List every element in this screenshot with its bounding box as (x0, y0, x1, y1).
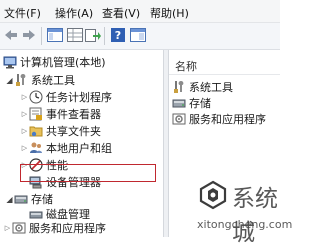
list-item[interactable]: 系统工具 (172, 79, 233, 95)
tree-item-label: 本地用户和组 (46, 142, 112, 155)
menu-view[interactable]: 查看(V) (102, 5, 140, 21)
clock-icon (29, 90, 43, 104)
computer-management-icon (3, 55, 17, 69)
toolbar-separator (41, 27, 42, 45)
tree-item-services-apps[interactable]: ▷ 服务和应用程序 (3, 220, 106, 236)
collapsed-arrow-icon[interactable]: ▷ (20, 144, 29, 152)
collapsed-arrow-icon[interactable]: ▷ (3, 224, 12, 232)
list-item-label: 服务和应用程序 (189, 113, 266, 126)
storage-icon (172, 96, 186, 110)
header-divider (169, 74, 280, 75)
forward-arrow-icon[interactable] (21, 27, 37, 43)
tree-item-label: 共享文件夹 (46, 125, 101, 138)
collapsed-arrow-icon[interactable]: ▷ (20, 110, 29, 118)
tree-item-system-tools[interactable]: ◢ 系统工具 (5, 72, 75, 88)
watermark-logo-icon (198, 180, 228, 210)
menu-action[interactable]: 操作(A) (55, 5, 93, 21)
tools-icon (172, 80, 186, 94)
tree-item-storage[interactable]: ◢ 存储 (5, 191, 53, 207)
expanded-arrow-icon[interactable]: ◢ (5, 76, 14, 85)
svg-text:?: ? (115, 29, 121, 42)
show-tree-icon[interactable] (47, 27, 63, 43)
tree-item-label: 系统工具 (31, 74, 75, 87)
list-item-label: 存储 (189, 97, 211, 110)
tree-item-event-viewer[interactable]: ▷ 事件查看器 (20, 106, 101, 122)
tree-item-task-scheduler[interactable]: ▷ 任务计划程序 (20, 89, 112, 105)
help-icon[interactable]: ? (110, 27, 126, 43)
toolbar-separator (104, 27, 105, 45)
tools-icon (14, 73, 28, 87)
expanded-arrow-icon[interactable]: ◢ (5, 195, 14, 204)
toolbar: ? (0, 23, 280, 50)
panel-icon[interactable] (130, 27, 146, 43)
tree-item-computer-management[interactable]: 计算机管理(本地) (3, 54, 106, 70)
services-icon (172, 112, 186, 126)
export-icon[interactable] (85, 27, 101, 43)
storage-icon (14, 192, 28, 206)
menu-file[interactable]: 文件(F) (4, 5, 41, 21)
tree-item-label: 存储 (31, 193, 53, 206)
menu-help[interactable]: 帮助(H) (150, 5, 189, 21)
users-icon (29, 141, 43, 155)
shared-folder-icon (29, 124, 43, 138)
collapsed-arrow-icon[interactable]: ▷ (20, 127, 29, 135)
tree-item-label: 服务和应用程序 (29, 222, 106, 235)
tree-item-label: 事件查看器 (46, 108, 101, 121)
list-item[interactable]: 存储 (172, 95, 211, 111)
watermark-text: 系统城 (232, 186, 278, 246)
grid-list-icon[interactable] (67, 27, 83, 43)
collapsed-arrow-icon[interactable]: ▷ (20, 93, 29, 101)
tree-item-local-users[interactable]: ▷ 本地用户和组 (20, 140, 112, 156)
disk-management-icon (29, 207, 43, 221)
tree-item-label: 任务计划程序 (46, 91, 112, 104)
list-item-label: 系统工具 (189, 81, 233, 94)
tree-item-shared-folders[interactable]: ▷ 共享文件夹 (20, 123, 101, 139)
list-item[interactable]: 服务和应用程序 (172, 111, 266, 127)
watermark-url: xitongcheng.com (197, 218, 293, 231)
column-header-name[interactable]: 名称 (175, 58, 197, 74)
device-manager-highlight (20, 164, 156, 182)
tree-item-label: 计算机管理(本地) (20, 56, 106, 69)
tree-pane: 计算机管理(本地) ◢ 系统工具 ▷ 任务计划程序 ▷ 事件查看器 ▷ 共享文件… (0, 50, 163, 237)
back-arrow-icon[interactable] (3, 27, 19, 43)
menu-bar: 文件(F) 操作(A) 查看(V) 帮助(H) (0, 0, 280, 23)
services-icon (12, 221, 26, 235)
event-viewer-icon (29, 107, 43, 121)
